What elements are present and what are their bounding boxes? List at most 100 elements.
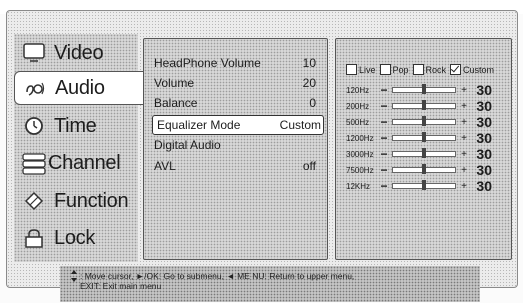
help-bar: : Move cursor, ►/OK: Go to submenu, ◄ ME…	[60, 266, 480, 302]
sidebar-item-channel[interactable]: Channel	[14, 146, 138, 180]
band-label: 200Hz	[346, 101, 370, 111]
sidebar-item-label: Function	[54, 189, 129, 212]
band-label: 3000Hz	[346, 149, 374, 159]
eq-band-3000hz: 3000Hz − + 30	[346, 146, 508, 162]
menu-item-equalizer-mode[interactable]: Equalizer Mode Custom	[152, 115, 324, 135]
sidebar-item-time[interactable]: Time	[14, 109, 138, 143]
preset-checkbox-custom[interactable]	[450, 64, 462, 75]
sidebar-item-label: Audio	[55, 76, 105, 99]
help-text-line1: : Move cursor, ►/OK: Go to submenu, ◄ ME…	[80, 271, 355, 281]
menu-item-label: Equalizer Mode	[157, 118, 241, 132]
slider-thumb[interactable]	[422, 180, 426, 190]
slider-thumb[interactable]	[422, 164, 426, 174]
sidebar-item-label: Lock	[54, 226, 96, 249]
minus-icon[interactable]: −	[378, 147, 390, 161]
band-label: 12KHz	[346, 181, 371, 191]
menu-item-value: off	[302, 159, 316, 173]
menu-item-volume[interactable]: Volume 20	[154, 73, 324, 93]
band-slider[interactable]	[392, 100, 456, 110]
menu-item-balance[interactable]: Balance 0	[154, 93, 324, 113]
menu-item-digital-audio[interactable]: Digital Audio	[154, 135, 324, 155]
menu-item-value: 20	[302, 76, 316, 90]
band-value: 30	[476, 146, 492, 162]
sidebar-item-lock[interactable]: Lock	[14, 221, 138, 255]
band-value: 30	[476, 130, 492, 146]
eq-band-1200hz: 1200Hz − + 30	[346, 130, 508, 146]
plus-icon[interactable]: +	[458, 149, 470, 160]
eq-band-7500hz: 7500Hz − + 30	[346, 162, 508, 178]
band-value: 30	[476, 98, 492, 114]
band-value: 30	[476, 114, 492, 130]
menu-item-label: Balance	[154, 96, 198, 110]
band-slider[interactable]	[392, 148, 456, 158]
preset-checkbox-rock[interactable]	[412, 64, 424, 75]
preset-label: Custom	[463, 64, 495, 75]
menu-item-headphone-volume[interactable]: HeadPhone Volume 10	[154, 53, 324, 73]
equalizer-presets: Live Pop Rock Custom	[344, 64, 494, 75]
menu-item-label: HeadPhone Volume	[154, 56, 261, 70]
sidebar-item-audio[interactable]: Audio	[14, 71, 144, 105]
menu-item-value: Custom	[279, 118, 321, 132]
menu-item-label: Volume	[154, 76, 195, 90]
band-label: 7500Hz	[346, 165, 374, 175]
minus-icon[interactable]: −	[378, 83, 390, 97]
minus-icon[interactable]: −	[378, 163, 390, 177]
sidebar-item-label: Video	[54, 41, 104, 64]
band-slider[interactable]	[392, 180, 456, 190]
minus-icon[interactable]: −	[378, 179, 390, 193]
eq-band-120hz: 120Hz − + 30	[346, 82, 508, 98]
band-slider[interactable]	[392, 132, 456, 142]
preset-checkbox-pop[interactable]	[379, 64, 391, 75]
band-slider[interactable]	[392, 164, 456, 174]
band-label: 120Hz	[346, 85, 370, 95]
eq-band-500hz: 500Hz − + 30	[346, 114, 508, 130]
help-text-line2: EXIT: Exit main menu	[80, 281, 162, 291]
band-slider[interactable]	[392, 116, 456, 126]
menu-item-label: Digital Audio	[154, 138, 221, 152]
preset-checkbox-live[interactable]	[346, 64, 357, 75]
band-value: 30	[476, 178, 492, 194]
channel-icon	[20, 149, 48, 177]
slider-thumb[interactable]	[422, 148, 426, 158]
eq-band-200hz: 200Hz − + 30	[346, 98, 508, 114]
monitor-icon	[20, 39, 48, 67]
plus-icon[interactable]: +	[458, 117, 470, 128]
function-icon	[20, 187, 48, 215]
menu-item-value: 10	[302, 56, 316, 70]
lock-icon	[20, 224, 48, 252]
plus-icon[interactable]: +	[458, 181, 470, 192]
sidebar-item-function[interactable]: Function	[14, 184, 138, 218]
slider-thumb[interactable]	[422, 84, 426, 94]
preset-label: Pop	[392, 64, 409, 75]
minus-icon[interactable]: −	[378, 99, 390, 113]
band-label: 1200Hz	[346, 133, 374, 143]
sidebar-item-video[interactable]: Video	[14, 36, 138, 70]
band-value: 30	[476, 82, 492, 98]
menu-item-value: 0	[309, 96, 316, 110]
band-label: 500Hz	[346, 117, 370, 127]
band-slider[interactable]	[392, 84, 456, 94]
plus-icon[interactable]: +	[458, 165, 470, 176]
preset-label: Rock	[425, 64, 447, 75]
clock-icon	[20, 112, 48, 140]
sidebar-item-label: Time	[54, 114, 97, 137]
slider-thumb[interactable]	[422, 132, 426, 142]
plus-icon[interactable]: +	[458, 101, 470, 112]
plus-icon[interactable]: +	[458, 133, 470, 144]
up-down-arrow-icon	[71, 270, 77, 282]
sidebar-item-label: Channel	[48, 151, 121, 174]
eq-band-12khz: 12KHz − + 30	[346, 178, 508, 194]
menu-item-label: AVL	[154, 159, 176, 173]
main-menu-sidebar: Video Audio Time Channel Function Lock	[14, 34, 144, 262]
audio-icon	[21, 74, 49, 102]
audio-settings-panel: HeadPhone Volume 10 Volume 20 Balance 0 …	[143, 38, 328, 260]
slider-thumb[interactable]	[422, 116, 426, 126]
minus-icon[interactable]: −	[378, 115, 390, 129]
minus-icon[interactable]: −	[378, 131, 390, 145]
plus-icon[interactable]: +	[458, 85, 470, 96]
equalizer-panel: Live Pop Rock Custom 120Hz − + 30 200Hz …	[335, 38, 512, 260]
slider-thumb[interactable]	[422, 100, 426, 110]
menu-item-avl[interactable]: AVL off	[154, 156, 324, 176]
preset-label: Live	[359, 64, 376, 75]
band-value: 30	[476, 162, 492, 178]
